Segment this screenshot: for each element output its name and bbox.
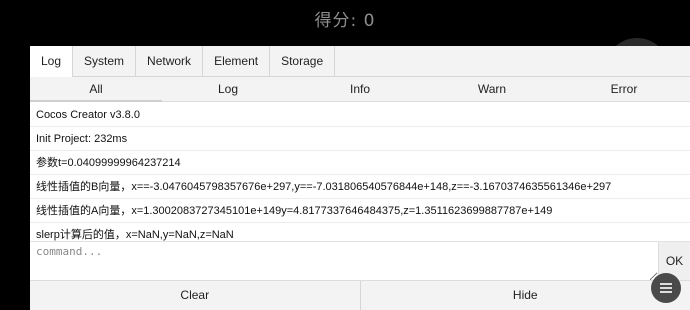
- command-input[interactable]: [30, 242, 658, 281]
- bottom-toolbar: Clear Hide: [30, 280, 690, 310]
- tab-log[interactable]: Log: [30, 46, 74, 78]
- filter-error[interactable]: Error: [558, 77, 690, 101]
- log-entry: 线性插值的A向量，x=1.3002083727345101e+149y=4.81…: [30, 199, 690, 223]
- tab-bar: Log System Network Element Storage: [30, 46, 690, 78]
- log-entry: 线性插值的B向量，x==-3.0476045798357676e+297,y==…: [30, 175, 690, 199]
- log-entry: Init Project: 232ms: [30, 127, 690, 151]
- clear-button[interactable]: Clear: [30, 281, 360, 310]
- log-list[interactable]: Cocos Creator v3.8.0 Init Project: 232ms…: [30, 103, 690, 241]
- log-entry: slerp计算后的值，x=NaN,y=NaN,z=NaN: [30, 223, 690, 241]
- filter-info[interactable]: Info: [294, 77, 426, 101]
- log-entry: 参数t=0.04099999964237214: [30, 151, 690, 175]
- log-filter-bar: All Log Info Warn Error: [30, 77, 690, 102]
- log-entry: Cocos Creator v3.8.0: [30, 103, 690, 127]
- tab-system[interactable]: System: [73, 46, 137, 77]
- filter-log[interactable]: Log: [162, 77, 294, 101]
- tab-storage[interactable]: Storage: [270, 46, 336, 77]
- tab-element[interactable]: Element: [203, 46, 271, 77]
- score-label: 得分: 0: [314, 11, 376, 31]
- filter-warn[interactable]: Warn: [426, 77, 558, 101]
- filter-all[interactable]: All: [30, 77, 162, 102]
- menu-icon[interactable]: [651, 273, 681, 303]
- command-area: OK: [30, 241, 690, 281]
- tab-network[interactable]: Network: [136, 46, 204, 77]
- hide-button[interactable]: Hide: [359, 281, 690, 310]
- vconsole-panel: Log System Network Element Storage All L…: [30, 46, 690, 310]
